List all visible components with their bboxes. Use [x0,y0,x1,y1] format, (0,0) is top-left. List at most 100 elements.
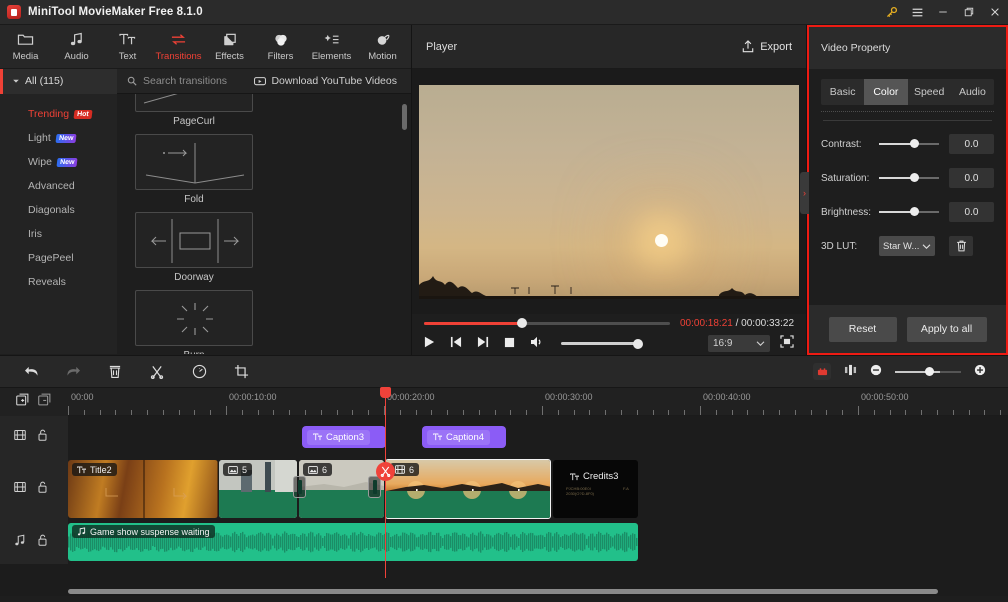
split-icon[interactable] [148,363,166,381]
volume-slider[interactable] [561,338,643,349]
minimize-button[interactable] [930,0,956,25]
zoom-in-icon[interactable] [974,363,986,381]
hamburger-menu-icon[interactable] [904,0,930,25]
track-header-video[interactable] [0,458,68,520]
playhead-handle[interactable] [380,387,391,398]
ruler-tick [715,410,717,415]
transition-item[interactable]: Fold [135,134,253,205]
saturation-value[interactable]: 0.0 [949,168,994,188]
next-frame-button[interactable] [477,335,489,353]
add-track-icon[interactable] [16,393,29,411]
category-light[interactable]: Light New [0,126,117,150]
ribbon-tab-effects[interactable]: Effects [204,25,255,69]
download-youtube-button[interactable]: Download YouTube Videos [254,75,411,87]
crop-icon[interactable] [232,363,250,381]
restore-button[interactable] [956,0,982,25]
caption-clip[interactable]: Caption4 [422,426,506,448]
library-scrollbar[interactable] [402,104,407,130]
reset-button[interactable]: Reset [828,316,897,342]
caption-clip[interactable]: Caption3 [302,426,386,448]
volume-button[interactable] [530,335,544,353]
transition-marker[interactable] [368,476,381,498]
delete-lut-button[interactable] [949,236,973,256]
apply-to-all-button[interactable]: Apply to all [906,316,987,342]
contrast-slider[interactable] [879,139,939,148]
ribbon-tab-filters[interactable]: Filters [255,25,306,69]
category-trending[interactable]: Trending Hot [0,102,117,126]
zoom-out-icon[interactable] [870,363,882,381]
credits-line-3: F.A [623,486,629,491]
transition-item[interactable]: Doorway [135,212,253,283]
video-preview[interactable] [419,84,799,299]
close-button[interactable] [982,0,1008,25]
category-reveals[interactable]: Reveals [0,270,117,294]
remove-track-icon[interactable] [38,393,51,411]
film-icon[interactable] [14,428,26,446]
transition-marker[interactable] [293,476,306,498]
playhead[interactable] [380,387,391,578]
video-clip-credits[interactable]: Credits3 PJCHB:00E0I 2030(O?D-8F0) F.A [553,460,638,518]
aspect-ratio-select[interactable]: 16:9 [708,335,770,352]
timeline-horizontal-scrollbar[interactable] [68,589,938,594]
music-note-icon[interactable] [14,533,26,551]
tab-color[interactable]: Color [864,79,908,105]
search-input[interactable]: Search transitions [117,75,254,87]
lut-select[interactable]: Star W... [879,236,935,256]
seek-slider[interactable] [424,318,670,328]
category-wipe[interactable]: Wipe New [0,150,117,174]
category-dropdown[interactable]: All (115) [0,68,117,94]
saturation-slider[interactable] [879,173,939,182]
zoom-knob[interactable] [924,366,934,376]
category-pagepeel[interactable]: PagePeel [0,246,117,270]
panel-collapse-toggle[interactable]: › [800,172,809,214]
ribbon-tab-text[interactable]: Text [102,25,153,69]
prev-frame-button[interactable] [450,335,462,353]
saturation-knob[interactable] [910,173,920,182]
ruler-tick [700,406,701,415]
video-clip-selected[interactable]: 6 [385,459,551,519]
track-header-audio[interactable] [0,520,68,564]
split-at-playhead-button[interactable] [376,462,395,481]
tab-audio[interactable]: Audio [951,79,994,105]
category-iris[interactable]: Iris [0,222,117,246]
fit-icon[interactable] [844,363,857,381]
redo-icon[interactable] [64,363,82,381]
seek-knob[interactable] [517,318,528,328]
stop-button[interactable] [504,335,515,353]
unlock-icon[interactable] [37,428,48,446]
category-diagonals[interactable]: Diagonals [0,198,117,222]
play-button[interactable] [424,335,435,353]
export-button[interactable]: Export [742,40,792,53]
unlock-icon[interactable] [37,533,48,551]
undo-icon[interactable] [22,363,40,381]
tab-basic[interactable]: Basic [821,79,864,105]
volume-knob[interactable] [633,338,643,349]
track-header-text[interactable] [0,416,68,458]
film-icon[interactable] [14,480,26,498]
marker-icon[interactable] [813,363,831,380]
speed-icon[interactable] [190,363,208,381]
brightness-slider[interactable] [879,207,939,216]
brightness-value[interactable]: 0.0 [949,202,994,222]
timeline-ruler[interactable]: 00:00 00:00:10:00 00:00:20:00 00:00:30:00 00… [0,388,1008,416]
transition-item[interactable]: PageCurl [135,94,253,127]
fullscreen-button[interactable] [780,334,794,353]
ribbon-tab-motion[interactable]: Motion [357,25,408,69]
ribbon-tab-audio[interactable]: Audio [51,25,102,69]
ribbon-tab-elements[interactable]: Elements [306,25,357,69]
key-icon[interactable] [878,0,904,25]
ribbon-tab-media[interactable]: Media [0,25,51,69]
audio-clip[interactable]: Game show suspense waiting [68,523,638,561]
transition-item[interactable]: Burn [135,290,253,354]
zoom-slider[interactable] [895,366,961,376]
unlock-icon[interactable] [37,480,48,498]
delete-icon[interactable] [106,363,124,381]
ribbon-tab-transitions[interactable]: Transitions [153,25,204,69]
video-clip-title[interactable]: Title2 [68,460,218,518]
category-advanced[interactable]: Advanced [0,174,117,198]
tab-speed[interactable]: Speed [908,79,951,105]
contrast-value[interactable]: 0.0 [949,134,994,154]
brightness-knob[interactable] [910,207,920,216]
contrast-knob[interactable] [910,139,920,148]
video-clip-photo-5[interactable]: 5 [219,460,297,518]
